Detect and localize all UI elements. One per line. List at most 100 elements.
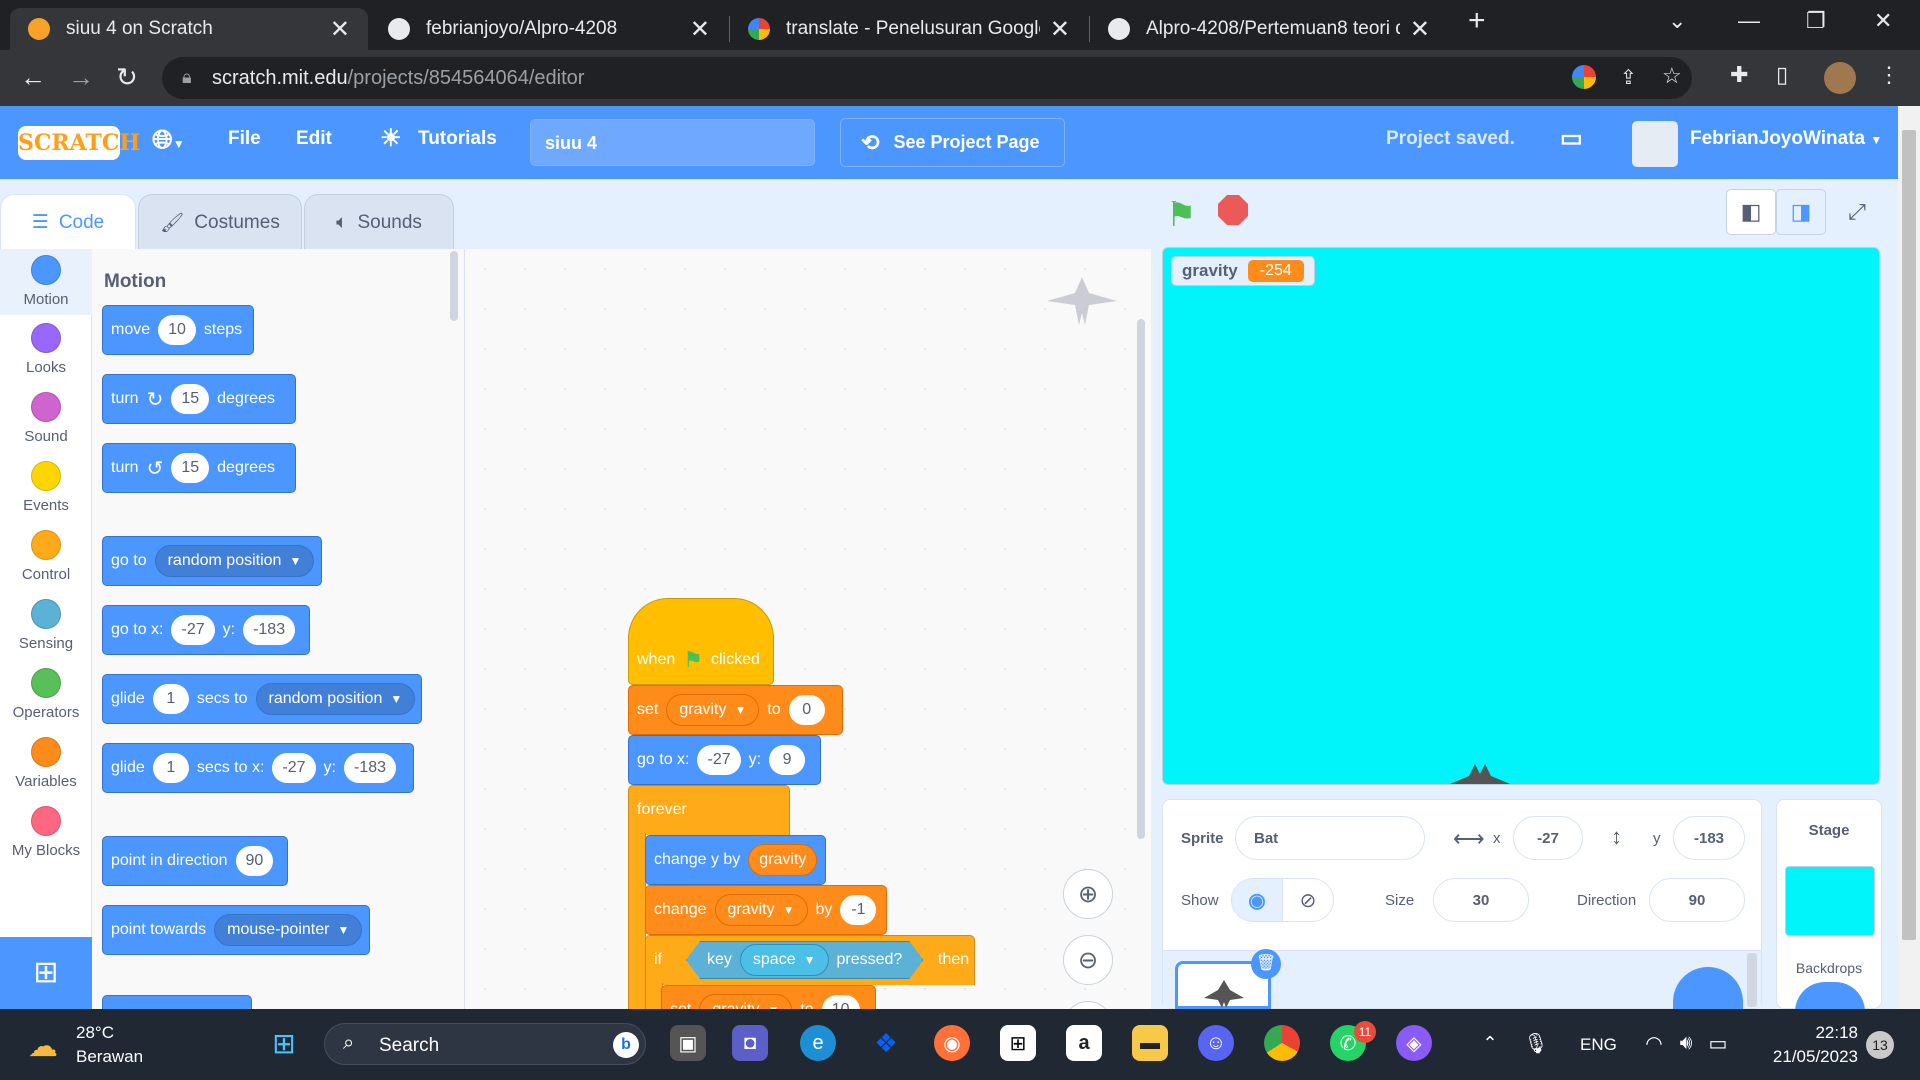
close-tab-icon[interactable]: ✕ <box>330 15 350 44</box>
variable-monitor[interactable]: gravity -254 <box>1171 256 1315 286</box>
file-explorer-icon[interactable]: ▬ <box>1132 1025 1168 1061</box>
language-indicator[interactable]: ENG <box>1580 1035 1617 1055</box>
taskbar-search-box[interactable]: ⌕ Search b <box>324 1023 646 1065</box>
discord-icon[interactable]: ☺ <box>1198 1025 1234 1061</box>
stage-thumbnail[interactable] <box>1785 866 1875 936</box>
weather-cloud-icon[interactable]: ☁︎ <box>28 1029 58 1064</box>
tab-scratch[interactable]: siuu 4 on Scratch ✕ <box>10 8 368 50</box>
extensions-icon[interactable]: ✚ <box>1730 62 1748 88</box>
block-point-direction[interactable]: point in direction 90 <box>102 836 288 886</box>
restore-icon[interactable]: ❐ <box>1806 8 1826 34</box>
block-glide-to[interactable]: glide 1 secs to random position ▼ <box>102 674 422 724</box>
gravity-reporter[interactable]: gravity <box>748 844 818 876</box>
weather-desc[interactable]: Berawan <box>76 1047 143 1067</box>
forward-icon[interactable]: → <box>68 62 94 93</box>
share-icon[interactable]: ⇪ <box>1620 65 1637 90</box>
tab-costumes[interactable]: 🖌︎ Costumes <box>138 194 302 250</box>
weather-temp[interactable]: 28°C <box>76 1023 114 1043</box>
category-sensing[interactable]: Sensing <box>0 599 92 652</box>
category-looks[interactable]: Looks <box>0 323 92 376</box>
new-tab-button[interactable]: + <box>1468 4 1486 38</box>
green-flag-icon[interactable]: ⚑ <box>1166 195 1196 235</box>
bookmark-star-icon[interactable]: ☆ <box>1662 63 1682 89</box>
amazon-icon[interactable]: a <box>1066 1025 1102 1061</box>
x-input[interactable]: -27 <box>1513 816 1583 860</box>
stage-canvas[interactable]: gravity -254 <box>1162 247 1880 785</box>
category-variables[interactable]: Variables <box>0 737 92 790</box>
reload-icon[interactable]: ↻ <box>116 62 138 93</box>
delete-sprite-icon[interactable]: 🗑︎ <box>1251 949 1281 979</box>
script-workspace[interactable]: when ⚑ clicked set gravity ▼ to 0 go to x: -27 y… <box>465 249 1151 1009</box>
tab-google[interactable]: translate - Penelusuran Google ✕ <box>730 8 1088 50</box>
block-go-to-xy[interactable]: go to x: -27 y: -183 <box>102 605 310 655</box>
wifi-icon[interactable]: ◠ <box>1636 1025 1672 1061</box>
block-glide-xy[interactable]: glide 1 secs to x: -27 y: -183 <box>102 743 414 793</box>
category-operators[interactable]: Operators <box>0 668 92 721</box>
zoom-reset-icon[interactable]: = <box>1063 1001 1113 1009</box>
sprite-list-scrollbar[interactable] <box>1747 953 1757 1007</box>
small-stage-icon[interactable]: ◧ <box>1726 189 1776 235</box>
firefox-icon[interactable]: ◉ <box>934 1025 970 1061</box>
block-when-flag-clicked[interactable]: when ⚑ clicked <box>628 635 774 685</box>
close-tab-icon[interactable]: ✕ <box>690 15 710 44</box>
block-turn-left[interactable]: turn ↺ 15 degrees <box>102 443 296 493</box>
block-go-to-xy-script[interactable]: go to x: -27 y: 9 <box>628 735 821 785</box>
page-scrollbar[interactable] <box>1898 106 1920 1009</box>
block-forever[interactable]: forever <box>628 785 790 835</box>
close-tab-icon[interactable]: ✕ <box>1050 15 1070 44</box>
username-menu[interactable]: FebrianJoyoWinata ▼ <box>1690 128 1882 150</box>
bat-sprite[interactable] <box>1443 760 1517 785</box>
close-window-icon[interactable]: ✕ <box>1874 8 1892 34</box>
clock-time[interactable]: 22:18 <box>1778 1023 1858 1043</box>
show-visible-eye-icon[interactable]: ◉ <box>1231 878 1283 922</box>
block-change-gravity[interactable]: change gravity ▼ by -1 <box>645 885 887 935</box>
workspace-scrollbar[interactable] <box>1137 319 1145 839</box>
github-desktop-icon[interactable]: ◈ <box>1396 1025 1432 1061</box>
google-lens-icon[interactable] <box>1572 65 1596 89</box>
my-stuff-folder-icon[interactable]: ▭ <box>1560 124 1583 153</box>
profile-avatar[interactable] <box>1824 62 1856 94</box>
microsoft-store-icon[interactable]: ⊞ <box>1000 1025 1036 1061</box>
sprite-name-input[interactable]: Bat <box>1235 816 1425 860</box>
block-set-gravity-0[interactable]: set gravity ▼ to 0 <box>628 685 843 735</box>
add-extension-icon[interactable]: ⊞ <box>0 937 92 1009</box>
minimize-icon[interactable]: — <box>1738 8 1760 34</box>
task-view-icon[interactable]: ▣ <box>670 1025 706 1061</box>
block-set-gravity-10[interactable]: setgravity▼to10 <box>661 985 876 1009</box>
key-pressed-boolean[interactable]: key space ▼ pressed? <box>686 941 923 979</box>
tab-code[interactable]: ☰ Code <box>0 194 136 250</box>
close-tab-icon[interactable]: ✕ <box>1410 15 1430 44</box>
block-point-towards[interactable]: point towards mouse-pointer ▼ <box>102 905 370 955</box>
block-turn-right[interactable]: turn ↻ 15 degrees <box>102 374 296 424</box>
category-sound[interactable]: Sound <box>0 392 92 445</box>
volume-icon[interactable]: 🔊︎ <box>1668 1025 1704 1061</box>
file-menu[interactable]: File <box>228 128 261 150</box>
user-avatar[interactable] <box>1632 121 1678 167</box>
tab-search-icon[interactable]: ⌄ <box>1668 8 1686 34</box>
block-move[interactable]: move 10 steps <box>102 305 254 355</box>
direction-input[interactable]: 90 <box>1649 878 1745 922</box>
edge-icon[interactable]: e <box>800 1025 836 1061</box>
battery-icon[interactable]: ▭ <box>1700 1025 1736 1061</box>
show-hidden-eye-icon[interactable]: ⊘ <box>1282 878 1334 922</box>
edit-menu[interactable]: Edit <box>296 128 332 150</box>
category-events[interactable]: Events <box>0 461 92 514</box>
side-panel-icon[interactable]: ▯ <box>1776 62 1788 88</box>
back-icon[interactable]: ← <box>20 62 46 93</box>
category-my-blocks[interactable]: My Blocks <box>0 806 92 859</box>
y-input[interactable]: -183 <box>1673 816 1745 860</box>
size-input[interactable]: 30 <box>1433 878 1529 922</box>
tutorials-menu[interactable]: Tutorials <box>418 128 497 150</box>
teams-icon[interactable]: ◘ <box>732 1025 768 1061</box>
clock-date[interactable]: 21/05/2023 <box>1758 1047 1858 1067</box>
address-bar[interactable]: 🔒︎ scratch.mit.edu/projects/854564064/ed… <box>162 57 1692 99</box>
microphone-icon[interactable]: 🎙︎ <box>1518 1025 1554 1061</box>
fullscreen-icon[interactable]: ⤢ <box>1832 189 1882 235</box>
large-stage-icon[interactable]: ◨ <box>1776 189 1826 235</box>
tab-sounds[interactable]: 🔈︎ Sounds <box>304 194 454 250</box>
lock-icon[interactable]: 🔒︎ <box>182 67 192 88</box>
block-go-to[interactable]: go to random position ▼ <box>102 536 322 586</box>
block-if-then[interactable]: if key space ▼ pressed? then <box>645 935 975 985</box>
see-project-page-button[interactable]: ⟲ See Project Page <box>840 118 1065 167</box>
scratch-logo[interactable]: SCRATCH <box>18 126 140 160</box>
